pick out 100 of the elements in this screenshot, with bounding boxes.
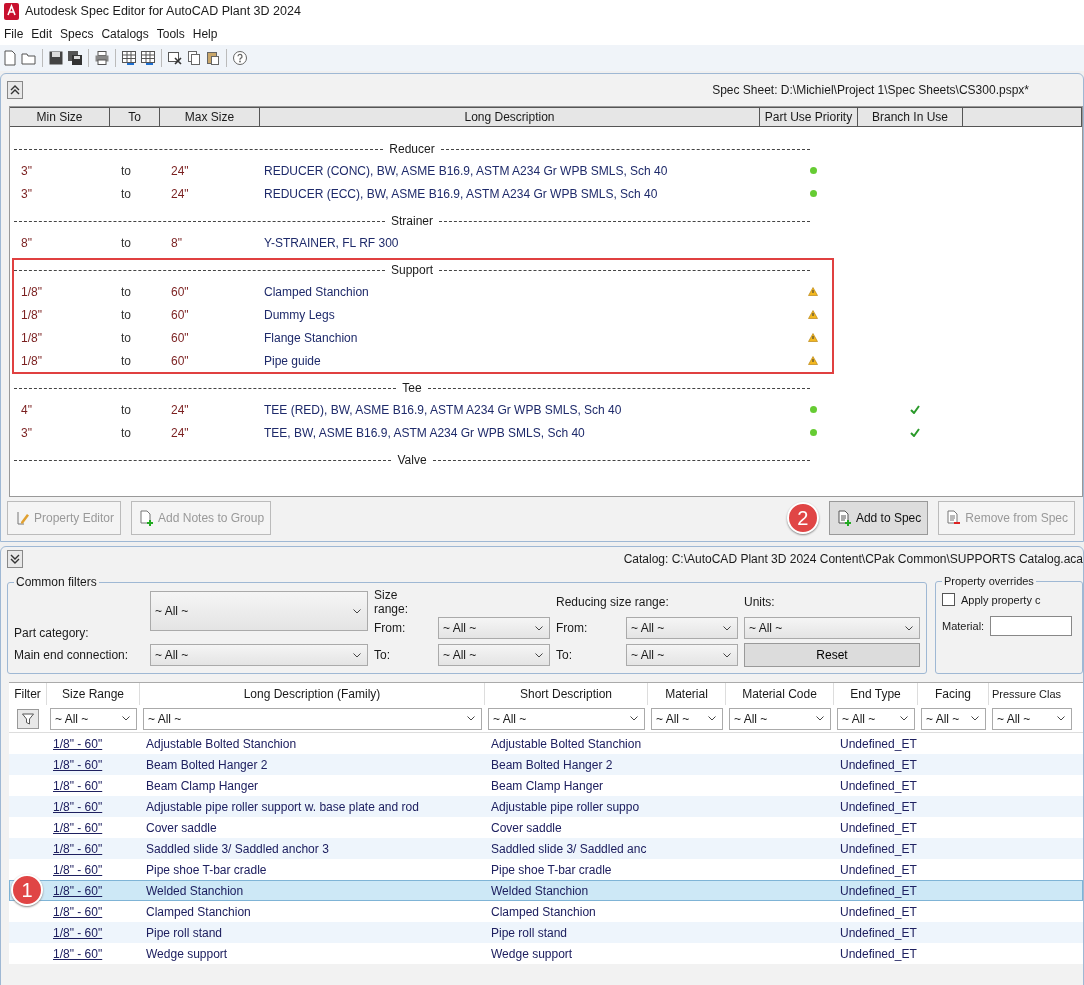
size-range-link[interactable]: 1/8" - 60" (47, 841, 103, 856)
column-header[interactable]: Max Size (160, 108, 260, 126)
column-header[interactable]: Part Use Priority (760, 108, 858, 126)
table-cell: Pipe guide (264, 353, 321, 368)
table-row[interactable]: 1/8" - 60" Beam Bolted Hanger 2 Beam Bolted Hanger 2 Undefined_ET (9, 754, 1083, 775)
reset-button[interactable]: Reset (744, 643, 920, 667)
dropdown[interactable]: ~ All ~ (150, 644, 368, 666)
dropdown[interactable]: ~ All ~ (438, 617, 550, 639)
status-dot-icon (809, 167, 817, 174)
column-header[interactable]: Min Size (10, 108, 110, 126)
dropdown[interactable]: ~ All ~ (921, 707, 986, 730)
table-cell-text: Pipe roll stand (490, 925, 569, 940)
table-cell-text: 24" (170, 163, 189, 178)
table-row[interactable]: 1/8" - 60" Saddled slide 3/ Saddled anchor 3 Saddled slide 3/ Saddled anc Undefined_ET (9, 838, 1083, 859)
size-range-link[interactable]: 1/8" - 60" (47, 925, 103, 940)
table-icon[interactable] (140, 50, 156, 66)
add-to-spec-button[interactable]: Add to Spec (828, 501, 929, 535)
size-range-link[interactable]: 1/8" - 60" (47, 799, 103, 814)
save-icon[interactable] (48, 50, 64, 66)
field-label: Material: (942, 620, 985, 632)
checkbox[interactable] (942, 593, 955, 606)
table-cell-text: 24" (170, 186, 189, 201)
dropdown[interactable]: ~ All ~ (626, 617, 738, 639)
table-cell-text: 60" (170, 307, 189, 322)
table-cell-text: Pipe shoe T-bar cradle (145, 862, 268, 877)
table-cell-text: Welded Stanchion (145, 883, 245, 898)
expand-button[interactable] (7, 550, 23, 568)
table-row[interactable]: 1/8" - 60" Adjustable pipe roller support w. base plate and rod Adjustable pipe roller suppo Undefined_ET (9, 796, 1083, 817)
help-icon[interactable] (232, 50, 248, 66)
save-all-icon[interactable] (67, 50, 83, 66)
copy-icon[interactable] (186, 50, 202, 66)
column-header[interactable]: Filter (9, 683, 47, 705)
menu-item[interactable]: Catalogs (101, 26, 155, 41)
dropdown[interactable]: ~ All ~ (626, 644, 738, 666)
column-header[interactable]: Pressure Clas (989, 683, 1075, 705)
table-cell-text: 1/8" (20, 330, 42, 345)
table-cell-text: Pipe roll stand (145, 925, 224, 940)
menu-item[interactable]: Edit (31, 26, 59, 41)
menu-item[interactable]: Specs (60, 26, 100, 41)
file-icon[interactable] (2, 50, 18, 66)
size-range-link[interactable]: 1/8" - 60" (47, 820, 103, 835)
table-row[interactable]: 1/8" - 60" Pipe roll stand Pipe roll stand Undefined_ET (9, 922, 1083, 943)
column-header[interactable]: To (110, 108, 160, 126)
menu-item[interactable]: Tools (156, 26, 191, 41)
table-cell-text: Cover saddle (490, 820, 563, 835)
dropdown[interactable]: ~ All ~ (150, 591, 368, 631)
size-range-link[interactable]: 1/8" - 60" (47, 736, 103, 751)
caret-icon (708, 716, 716, 721)
table-cell: Dummy Legs (264, 307, 335, 322)
dropdown[interactable]: ~ All ~ (488, 707, 645, 730)
folder-icon[interactable] (21, 50, 37, 66)
printer-icon[interactable] (94, 50, 110, 66)
dropdown[interactable]: ~ All ~ (50, 707, 137, 730)
field-label: Units: (744, 595, 776, 609)
column-header[interactable]: Short Description (485, 683, 648, 705)
menu-item[interactable]: Help (192, 26, 224, 41)
size-range-link[interactable]: 1/8" - 60" (47, 778, 103, 793)
column-header[interactable]: Branch In Use (858, 108, 963, 126)
caret-icon (723, 625, 731, 631)
size-range-link[interactable]: 1/8" - 60" (47, 757, 103, 772)
delete-icon[interactable] (167, 50, 183, 66)
dropdown[interactable]: ~ All ~ (729, 707, 831, 730)
dropdown[interactable]: ~ All ~ (143, 707, 482, 730)
field-label: Reducing size range: (556, 595, 670, 609)
size-range-link[interactable]: 1/8" - 60" (47, 883, 103, 898)
dropdown[interactable]: ~ All ~ (438, 644, 550, 666)
column-header[interactable]: Long Description (Family) (140, 683, 485, 705)
column-header[interactable]: Long Description (260, 108, 760, 126)
menu-item[interactable]: File (4, 26, 30, 41)
table-cell-text: 60" (170, 330, 189, 345)
table-row[interactable]: 1/8" - 60" Wedge support Wedge support Undefined_ET (9, 943, 1083, 964)
size-range-link[interactable]: 1/8" - 60" (47, 862, 103, 877)
warning-icon (808, 310, 818, 319)
column-header[interactable]: Material Code (726, 683, 834, 705)
input-field[interactable] (990, 616, 1073, 636)
table-row[interactable]: 1/8" - 60" Beam Clamp Hanger Beam Clamp Hanger Undefined_ET (9, 775, 1083, 796)
table-cell-text: 1/8" (20, 353, 42, 368)
table-cell-text: to (120, 330, 131, 345)
table-cell: TEE (RED), BW, ASME B16.9, ASTM A234 Gr WPB SMLS, Sch 40 (264, 402, 622, 417)
table-cell-text: Welded Stanchion (490, 883, 590, 898)
table-row[interactable]: 1/8" - 60" Cover saddle Cover saddle Undefined_ET (9, 817, 1083, 838)
dropdown[interactable]: ~ All ~ (744, 617, 920, 639)
table-cell-text: Undefined_ET (839, 820, 918, 835)
group-title: Property overrides (943, 576, 1035, 587)
size-range-link[interactable]: 1/8" - 60" (47, 904, 103, 919)
table-row[interactable]: 1/8" - 60" Adjustable Bolted Stanchion Adjustable Bolted Stanchion Undefined_ET (9, 733, 1083, 754)
dropdown[interactable]: ~ All ~ (837, 707, 915, 730)
dropdown[interactable]: ~ All ~ (992, 707, 1072, 730)
table-cell-text: to (120, 235, 131, 250)
column-header[interactable]: Facing (918, 683, 989, 705)
paste-icon[interactable] (205, 50, 221, 66)
collapse-button[interactable] (7, 81, 23, 99)
dropdown[interactable]: ~ All ~ (651, 707, 723, 730)
table-cell-text: Clamped Stanchion (145, 904, 252, 919)
filter-button[interactable] (17, 708, 39, 729)
column-header[interactable]: Size Range (47, 683, 140, 705)
size-range-link[interactable]: 1/8" - 60" (47, 946, 103, 961)
table-icon[interactable] (121, 50, 137, 66)
column-header[interactable]: Material (648, 683, 726, 705)
column-header[interactable]: End Type (834, 683, 918, 705)
